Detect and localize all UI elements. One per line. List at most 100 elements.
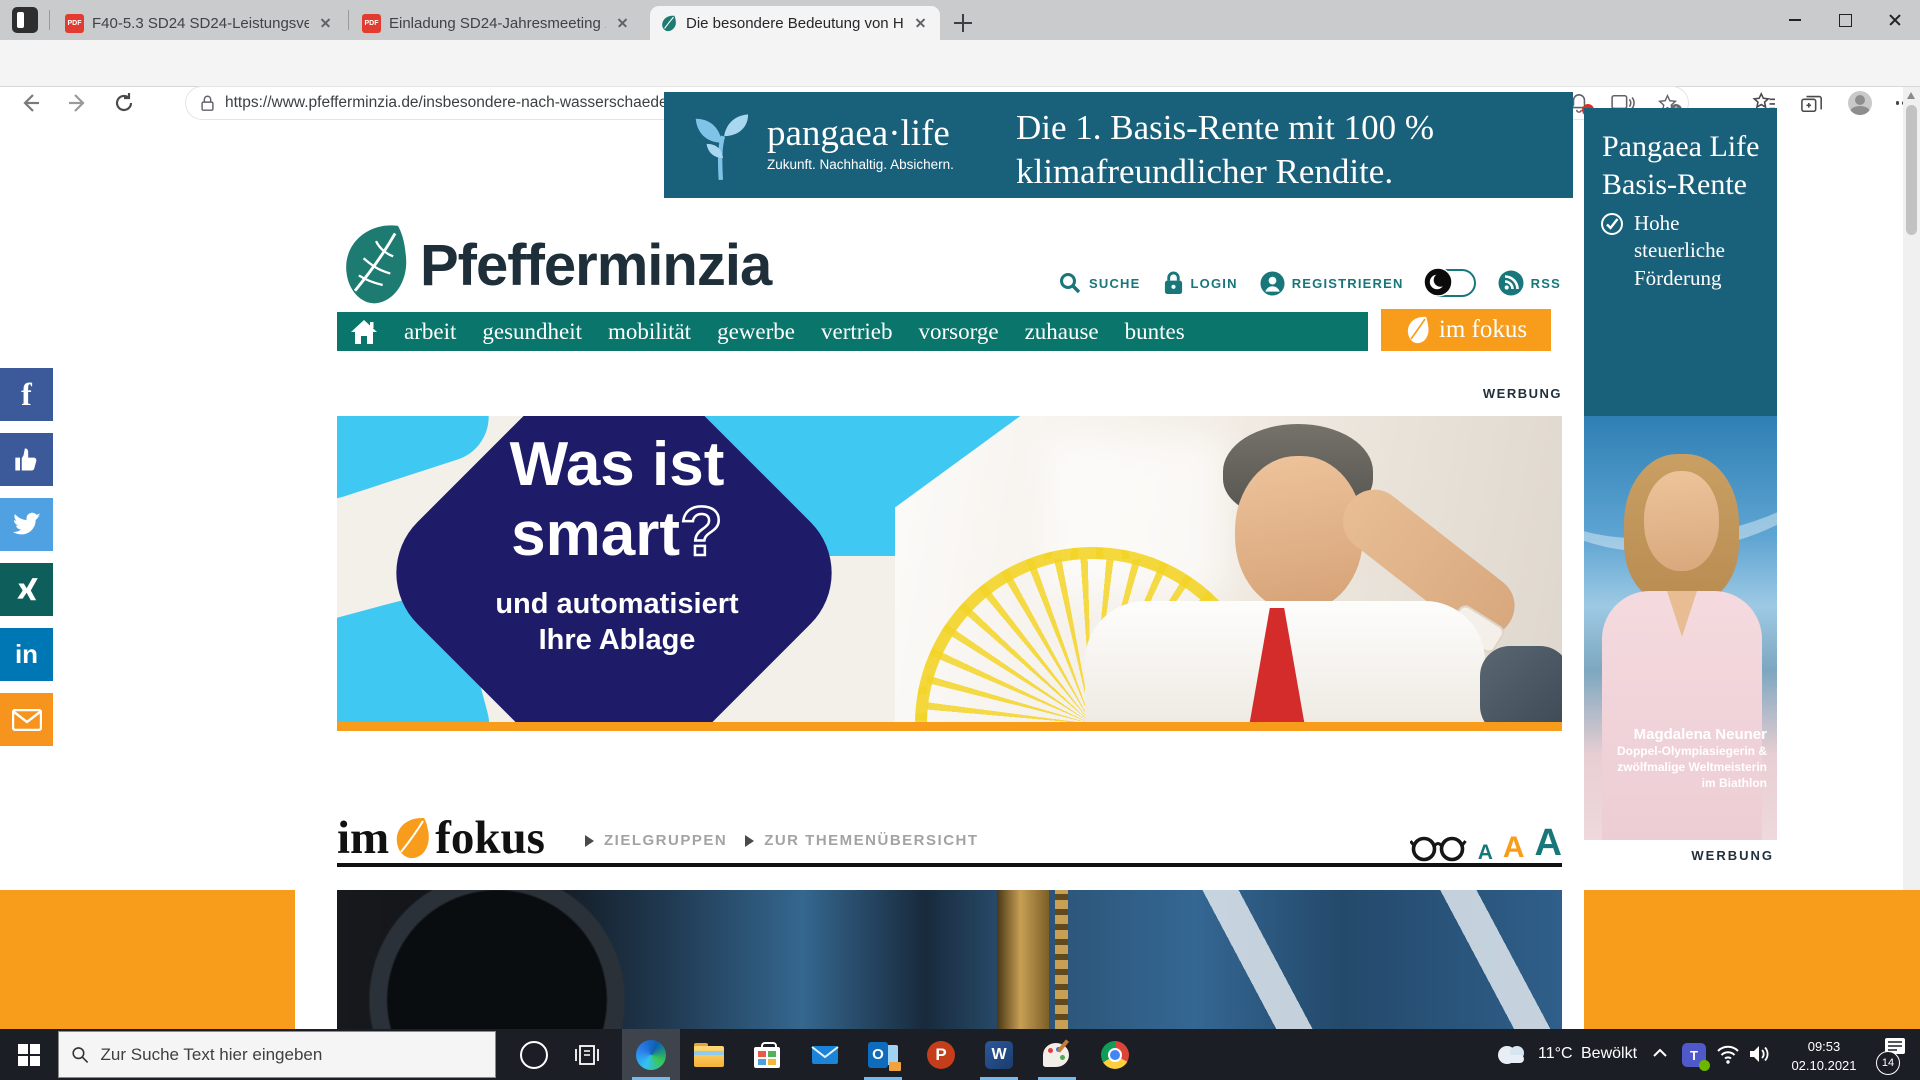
woman-face xyxy=(1644,471,1719,571)
cortana-button[interactable] xyxy=(505,1029,563,1080)
fokus-heading-im: im xyxy=(337,811,389,865)
taskbar-clock[interactable]: 09:53 02.10.2021 xyxy=(1782,1038,1866,1076)
site-logo-text[interactable]: Pfefferminzia xyxy=(420,232,771,299)
right-ad-rail[interactable] xyxy=(1584,890,1920,1029)
word-icon: W xyxy=(985,1041,1013,1069)
action-center-button[interactable]: 14 xyxy=(1884,1037,1906,1062)
thumbs-up-icon xyxy=(13,446,41,474)
tab-pdf-1[interactable]: PDF F40-5.3 SD24 SD24-Leistungsver xyxy=(55,6,345,40)
register-button[interactable]: REGISTRIEREN xyxy=(1260,271,1404,296)
glasses-icon[interactable] xyxy=(1410,832,1468,862)
taskbar-word-button[interactable]: W xyxy=(970,1029,1028,1080)
like-button[interactable] xyxy=(0,433,53,486)
nav-item-vertrieb[interactable]: vertrieb xyxy=(808,319,906,345)
browser-tab-bar: PDF F40-5.3 SD24 SD24-Leistungsver PDF E… xyxy=(0,0,1920,40)
font-size-large-button[interactable]: A xyxy=(1535,822,1562,865)
link-themenuebersicht[interactable]: ZUR THEMENÜBERSICHT xyxy=(764,832,978,849)
sidebar-ad-photo: Magdalena Neuner Doppel-Olympiasiegerin … xyxy=(1584,416,1777,840)
check-circle-icon xyxy=(1600,212,1624,236)
start-button[interactable] xyxy=(18,1044,40,1066)
tray-chevron-icon[interactable] xyxy=(1652,1047,1668,1059)
pangaea-sidebar-ad[interactable]: Pangaea Life Basis-Rente Hohe steuerlich… xyxy=(1584,108,1777,840)
taskbar-outlook-button[interactable]: O xyxy=(854,1029,912,1080)
ad-line4: Ihre Ablage xyxy=(417,622,817,658)
windows-taskbar: O P W xyxy=(0,1029,1920,1080)
taskbar-store-button[interactable] xyxy=(738,1029,796,1080)
scrollbar-thumb[interactable] xyxy=(1906,105,1917,235)
nav-item-arbeit[interactable]: arbeit xyxy=(391,319,469,345)
nav-im-fokus-button[interactable]: im fokus xyxy=(1381,309,1551,351)
font-size-small-button[interactable]: A xyxy=(1478,841,1493,865)
taskbar-chrome-button[interactable] xyxy=(1086,1029,1144,1080)
taskbar-paint-button[interactable] xyxy=(1028,1029,1086,1080)
orange-leaf-icon xyxy=(391,815,433,861)
page-lock-icon[interactable] xyxy=(200,94,215,112)
tab-close-icon[interactable] xyxy=(912,14,930,32)
article-hero-image[interactable] xyxy=(337,890,1562,1029)
leaf-favicon-icon xyxy=(660,14,678,32)
pangaea-tagline: Zukunft. Nachhaltig. Absichern. xyxy=(767,157,954,172)
werbung-label-sidebar: WERBUNG xyxy=(1584,848,1774,863)
maximize-button[interactable] xyxy=(1820,0,1870,40)
weather-condition[interactable]: Bewölkt xyxy=(1581,1045,1637,1063)
nav-item-mobilitaet[interactable]: mobilität xyxy=(595,319,704,345)
scroll-up-icon[interactable] xyxy=(1907,92,1915,99)
share-email-button[interactable] xyxy=(0,693,53,746)
left-ad-rail[interactable] xyxy=(0,890,295,1029)
nav-item-gewerbe[interactable]: gewerbe xyxy=(704,319,808,345)
link-zielgruppen[interactable]: ZIELGRUPPEN xyxy=(604,832,727,849)
nav-item-buntes[interactable]: buntes xyxy=(1112,319,1198,345)
main-ad-banner[interactable]: Was ist smart? und automatisiert Ihre Ab… xyxy=(337,416,1562,731)
clock-date: 02.10.2021 xyxy=(1782,1057,1866,1076)
rss-button[interactable]: RSS xyxy=(1498,270,1561,296)
paint-icon xyxy=(1043,1041,1071,1069)
ad-orange-strip xyxy=(337,722,1562,731)
nav-item-zuhause[interactable]: zuhause xyxy=(1012,319,1112,345)
banner-headline-line2: klimafreundlicher Rendite. xyxy=(1016,150,1434,194)
back-icon[interactable] xyxy=(18,91,42,115)
user-icon xyxy=(1260,271,1285,296)
nav-item-vorsorge[interactable]: vorsorge xyxy=(906,319,1012,345)
chrome-icon xyxy=(1101,1041,1129,1069)
tab-actions-icon[interactable] xyxy=(12,7,38,33)
taskbar-search-input[interactable] xyxy=(99,1044,483,1066)
font-size-medium-button[interactable]: A xyxy=(1503,831,1525,865)
forward-icon[interactable] xyxy=(66,91,90,115)
login-button[interactable]: LOGIN xyxy=(1163,271,1238,295)
tab-active-pfefferminzia[interactable]: Die besondere Bedeutung von H xyxy=(650,6,940,40)
tab-close-icon[interactable] xyxy=(614,14,632,32)
nav-home-button[interactable] xyxy=(337,312,391,351)
windows-logo-icon xyxy=(18,1044,40,1066)
collections-icon[interactable] xyxy=(1800,92,1824,114)
refresh-icon[interactable] xyxy=(112,91,136,115)
tab-close-icon[interactable] xyxy=(317,14,335,32)
wifi-icon[interactable] xyxy=(1716,1044,1740,1064)
pangaea-top-banner-ad[interactable]: pangaea·life Zukunft. Nachhaltig. Absich… xyxy=(664,92,1573,198)
speaker-icon[interactable] xyxy=(1748,1044,1772,1064)
weather-temp[interactable]: 11°C xyxy=(1538,1045,1573,1063)
minimize-button[interactable] xyxy=(1770,0,1820,40)
share-xing-button[interactable] xyxy=(0,563,53,616)
dark-mode-toggle[interactable] xyxy=(1426,269,1476,297)
taskbar-edge-button[interactable] xyxy=(622,1029,680,1080)
tab-pdf-2[interactable]: PDF Einladung SD24-Jahresmeeting 2 xyxy=(352,6,642,40)
teams-tray-icon[interactable]: T xyxy=(1682,1043,1706,1067)
profile-avatar[interactable] xyxy=(1848,91,1872,115)
taskbar-search[interactable] xyxy=(58,1031,496,1078)
mail-icon xyxy=(811,1043,839,1067)
close-button[interactable] xyxy=(1870,0,1920,40)
task-view-button[interactable] xyxy=(558,1029,616,1080)
weather-cloud-icon[interactable] xyxy=(1494,1041,1530,1067)
nav-item-gesundheit[interactable]: gesundheit xyxy=(469,319,595,345)
section-divider xyxy=(337,863,1562,867)
page-scrollbar[interactable] xyxy=(1903,87,1920,1029)
share-twitter-button[interactable] xyxy=(0,498,53,551)
share-facebook-button[interactable]: f xyxy=(0,368,53,421)
taskbar-mail-button[interactable] xyxy=(796,1029,854,1080)
taskbar-explorer-button[interactable] xyxy=(680,1029,738,1080)
share-linkedin-button[interactable]: in xyxy=(0,628,53,681)
taskbar-powerpoint-button[interactable]: P xyxy=(912,1029,970,1080)
register-label: REGISTRIEREN xyxy=(1292,276,1404,291)
new-tab-button[interactable] xyxy=(952,12,974,34)
search-button[interactable]: SUCHE xyxy=(1058,271,1141,295)
